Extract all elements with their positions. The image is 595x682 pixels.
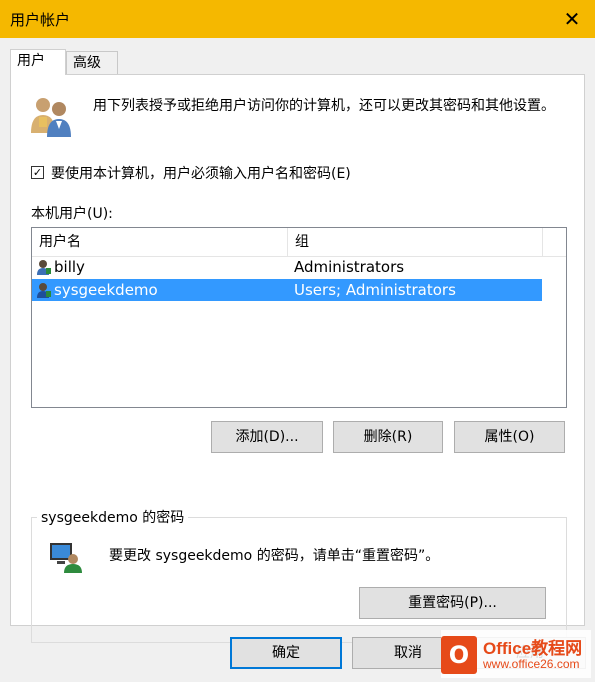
title-bar: 用户帐户 ✕ xyxy=(0,0,595,38)
dialog-client: 用户 高级 用下列表授予或拒绝用户访问你的计算机，还可以更改其密码和其他设置。 … xyxy=(0,38,595,682)
table-row[interactable]: billy Administrators xyxy=(32,256,542,278)
cell-username: sysgeekdemo xyxy=(54,281,158,299)
table-row[interactable]: sysgeekdemo Users; Administrators xyxy=(32,279,542,301)
add-button[interactable]: 添加(D)... xyxy=(211,421,323,453)
window-title: 用户帐户 xyxy=(10,11,71,29)
watermark-logo: O Office教程网 www.office26.com xyxy=(441,630,591,678)
user-monitor-icon xyxy=(50,543,82,573)
tab-advanced[interactable]: 高级 xyxy=(66,51,118,74)
cell-username: billy xyxy=(54,258,85,276)
remove-button[interactable]: 删除(R) xyxy=(333,421,443,453)
password-instruction-text: 要更改 sysgeekdemo 的密码，请单击“重置密码”。 xyxy=(109,548,440,564)
description-text: 用下列表授予或拒绝用户访问你的计算机，还可以更改其密码和其他设置。 xyxy=(93,98,555,114)
ok-button[interactable]: 确定 xyxy=(230,637,342,669)
close-icon[interactable]: ✕ xyxy=(549,0,595,38)
require-login-label: 要使用本计算机，用户必须输入用户名和密码(E) xyxy=(51,166,351,182)
tab-panel-users: 用下列表授予或拒绝用户访问你的计算机，还可以更改其密码和其他设置。 ✓ 要使用本… xyxy=(10,74,585,643)
column-header-username[interactable]: 用户名 xyxy=(32,228,288,256)
users-label: 本机用户(U): xyxy=(31,206,113,222)
user-icon xyxy=(37,283,51,298)
reset-password-button[interactable]: 重置密码(P)... xyxy=(359,587,546,619)
watermark-url: www.office26.com xyxy=(483,657,580,671)
cell-group: Users; Administrators xyxy=(294,281,456,299)
require-login-checkbox[interactable]: ✓ xyxy=(31,166,44,179)
users-listview[interactable]: 用户名 组 billy Administrators sysgeekdemo U… xyxy=(31,227,567,408)
properties-button[interactable]: 属性(O) xyxy=(454,421,565,453)
password-group-title: sysgeekdemo 的密码 xyxy=(37,507,189,527)
users-icon xyxy=(31,98,71,137)
listview-header: 用户名 组 xyxy=(32,228,566,257)
tab-users[interactable]: 用户 xyxy=(10,49,66,75)
office-logo-icon: O xyxy=(441,636,477,674)
user-icon xyxy=(37,260,51,275)
cell-group: Administrators xyxy=(294,258,405,276)
password-groupbox xyxy=(31,517,567,643)
watermark-brand: Office教程网 xyxy=(483,639,583,658)
column-header-group[interactable]: 组 xyxy=(288,228,543,256)
